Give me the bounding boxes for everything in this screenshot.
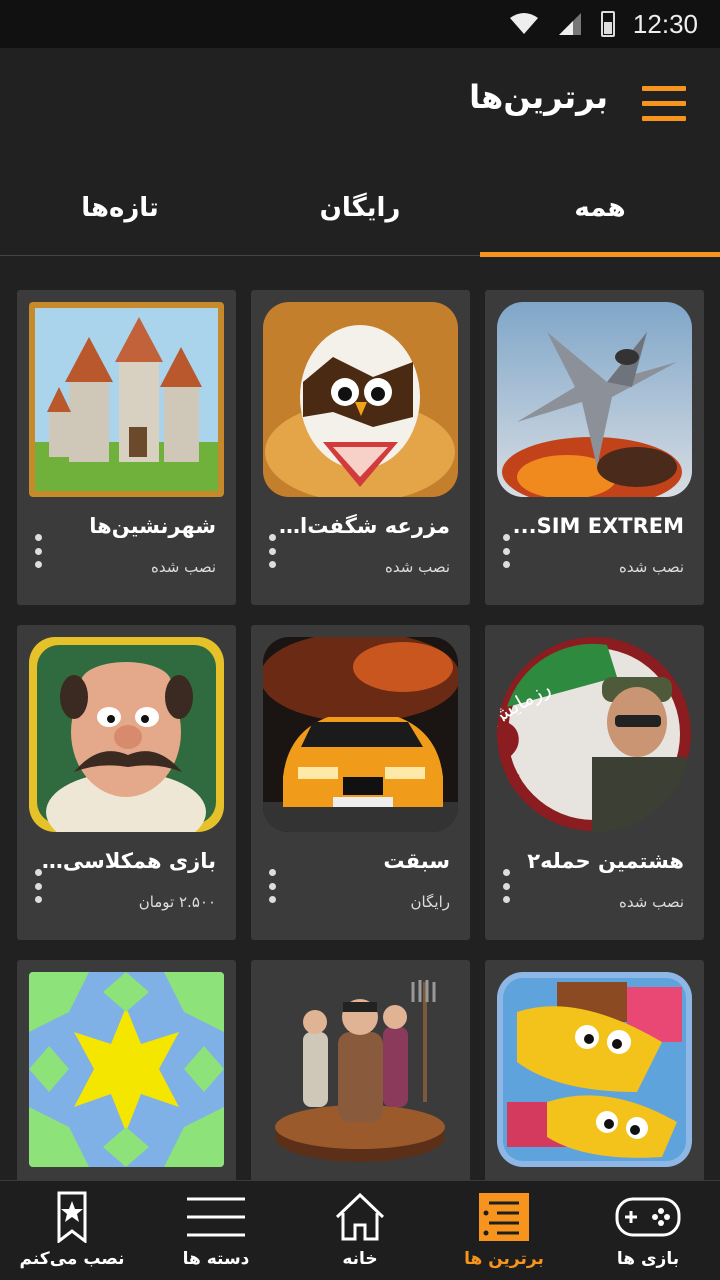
menu-lines-icon	[187, 1197, 245, 1237]
app-card[interactable]: بازی همکلاسی‌ها ۲.۵۰۰ تومان	[17, 625, 236, 940]
more-vert-icon[interactable]	[267, 869, 277, 903]
app-title: SIM EXTREM...	[512, 514, 684, 538]
svg-text:2: 2	[497, 704, 527, 809]
nav-top-charts[interactable]: برترین ها	[432, 1181, 576, 1280]
battery-icon	[600, 11, 615, 37]
app-title: مزرعه شگفت‌انـ...	[275, 514, 450, 538]
nav-label: نصب می‌کنم	[19, 1249, 125, 1269]
bottom-nav: بازی ها برترین ها خانه دسته ها	[0, 1180, 720, 1280]
egg-chick-image	[263, 302, 458, 497]
app-status: نصب شده	[619, 893, 684, 911]
page-title: برترین‌ها	[469, 78, 608, 116]
app-status: نصب شده	[151, 558, 216, 576]
more-vert-icon[interactable]	[267, 534, 277, 568]
home-icon	[335, 1192, 385, 1241]
nav-will-install[interactable]: نصب می‌کنم	[0, 1181, 144, 1280]
app-title: شهرنشین‌ها	[89, 514, 216, 538]
app-card[interactable]: مزرعه شگفت‌انـ... نصب شده	[251, 290, 470, 605]
app-card[interactable]: رزمایش 2 هشتمین حمله۲ نصب شده	[485, 625, 704, 940]
nav-categories[interactable]: دسته ها	[144, 1181, 288, 1280]
more-vert-icon[interactable]	[501, 869, 511, 903]
villagers-image	[263, 972, 458, 1167]
jet-fighter-image	[497, 302, 692, 497]
app-bar: برترین‌ها	[0, 48, 720, 160]
status-bar: 12:30	[0, 0, 720, 48]
sports-car-image	[263, 637, 458, 832]
tab-new[interactable]: تازه‌ها	[0, 160, 240, 256]
app-title: سبقت	[383, 849, 450, 873]
app-grid: SIM EXTREM... نصب شده مزرعه شگفت‌ا	[16, 290, 704, 1275]
candy-faces-image	[497, 972, 692, 1167]
app-status: نصب شده	[619, 558, 684, 576]
app-status: نصب شده	[385, 558, 450, 576]
tab-all[interactable]: همه	[480, 160, 720, 257]
castle-image	[29, 302, 224, 497]
app-status: رایگان	[410, 893, 450, 911]
signal-icon	[558, 13, 581, 35]
teacher-cartoon-image	[29, 637, 224, 832]
app-price: ۲.۵۰۰ تومان	[138, 893, 216, 911]
wifi-icon	[509, 13, 538, 34]
app-card[interactable]: SIM EXTREM... نصب شده	[485, 290, 704, 605]
nav-games[interactable]: بازی ها	[576, 1181, 720, 1280]
status-time: 12:30	[632, 8, 698, 39]
tab-bar: همه رایگان تازه‌ها	[0, 160, 720, 257]
app-card[interactable]: شهرنشین‌ها نصب شده	[17, 290, 236, 605]
soldier-image: رزمایش 2	[497, 637, 692, 832]
gamepad-icon	[615, 1197, 681, 1237]
tab-free[interactable]: رایگان	[240, 160, 480, 256]
nav-label: بازی ها	[616, 1249, 680, 1269]
hamburger-menu-icon[interactable]	[642, 86, 686, 122]
screen: 12:30 برترین‌ها همه رایگان تازه‌ها	[0, 0, 720, 1280]
app-title: هشتمین حمله۲	[527, 849, 684, 873]
app-card[interactable]: سبقت رایگان	[251, 625, 470, 940]
more-vert-icon[interactable]	[33, 869, 43, 903]
nav-label: خانه	[342, 1249, 378, 1269]
nav-home[interactable]: خانه	[288, 1181, 432, 1280]
ranking-list-icon	[479, 1193, 529, 1241]
nav-label: برترین ها	[464, 1249, 544, 1269]
bookmark-star-icon	[57, 1191, 87, 1243]
star-pattern-image	[29, 972, 224, 1167]
nav-label: دسته ها	[182, 1249, 250, 1269]
more-vert-icon[interactable]	[33, 534, 43, 568]
more-vert-icon[interactable]	[501, 534, 511, 568]
app-title: بازی همکلاسی‌ها	[41, 849, 216, 873]
